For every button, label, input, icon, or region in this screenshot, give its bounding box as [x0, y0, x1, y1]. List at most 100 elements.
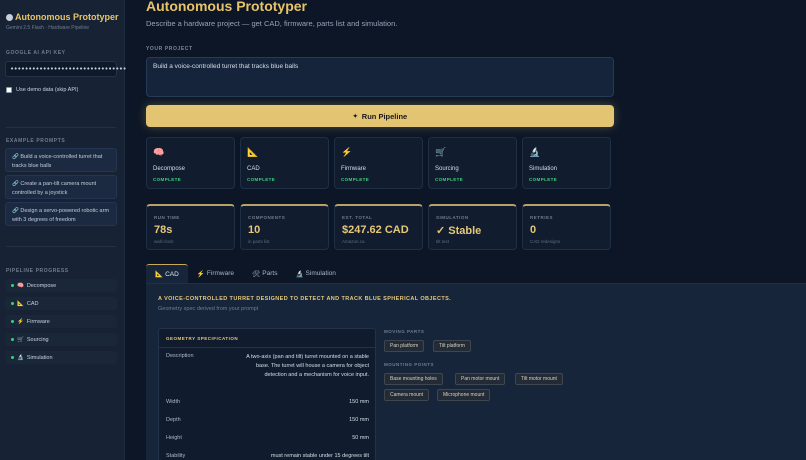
progress-item-cad: 📐 CAD	[5, 297, 117, 310]
ruler-icon: 📐	[247, 147, 259, 157]
tab-cad[interactable]: 📐 CAD	[146, 264, 188, 283]
stage-status: COMPLETE	[153, 177, 182, 182]
example-prompt-3[interactable]: 🔗 Design a servo-powered robotic arm wit…	[5, 202, 117, 226]
divider	[6, 127, 116, 128]
progress-label: PIPELINE PROGRESS	[6, 268, 69, 274]
chip-base-mounting-holes: Base mounting holes	[384, 373, 443, 385]
tab-simulation[interactable]: 🔬 Simulation	[286, 264, 344, 283]
spec-value-height: 50 mm	[352, 435, 369, 441]
metric-value: $247.62 CAD	[342, 224, 409, 236]
project-textarea[interactable]: Build a voice-controlled turret that tra…	[146, 57, 614, 97]
microscope-icon: 🔬	[529, 147, 541, 157]
api-key-input[interactable]: ••••••••••••••••••••••••••••••••	[5, 61, 127, 77]
chip-pan-motor-mount: Pan motor mount	[455, 373, 506, 385]
metric-value: ✓ Stable	[436, 225, 482, 237]
run-pipeline-button[interactable]: ✦ Run Pipeline	[146, 105, 614, 127]
project-label: YOUR PROJECT	[146, 46, 193, 52]
cad-subheading: Geometry spec derived from your prompt	[158, 306, 259, 312]
stage-card-sourcing: 🛒 Sourcing COMPLETE	[428, 137, 517, 189]
chip-pan-platform: Pan platform	[384, 340, 425, 352]
microscope-icon: 🔬	[17, 354, 24, 361]
stage-status: COMPLETE	[341, 177, 370, 182]
metric-caption: CAD redesigns	[530, 239, 561, 244]
spec-key-depth: Depth	[166, 417, 181, 423]
api-key-label: GOOGLE AI API KEY	[6, 50, 66, 56]
status-dot	[11, 356, 14, 359]
lightning-icon: ⚡	[17, 318, 24, 325]
stage-name: Firmware	[341, 166, 366, 172]
metric-components: COMPONENTS 10 in parts list	[240, 204, 329, 250]
progress-item-decompose: 🧠 Decompose	[5, 279, 117, 292]
page-title: Autonomous Prototyper	[146, 0, 307, 14]
example-prompt-1[interactable]: 🔗 Build a voice-controlled turret that t…	[5, 148, 117, 172]
brain-icon: 🧠	[153, 147, 165, 157]
metric-label: RETRIES	[530, 215, 554, 220]
sidebar: Autonomous Prototyper Gemini 2.5 Flash ·…	[0, 0, 127, 460]
main-content: Autonomous Prototyper Describe a hardwar…	[125, 0, 806, 460]
demo-label: Use demo data (skip API)	[16, 87, 79, 93]
spec-value-depth: 150 mm	[349, 417, 369, 423]
spec-key-height: Height	[166, 435, 182, 441]
stage-card-simulation: 🔬 Simulation COMPLETE	[522, 137, 611, 189]
lightning-icon: ⚡	[196, 270, 205, 278]
spec-key-width: Width	[166, 399, 181, 405]
metric-run-time: RUN TIME 78s wall-clock	[146, 204, 235, 250]
brain-icon: 🧠	[17, 282, 24, 289]
metric-label: COMPONENTS	[248, 215, 286, 220]
tools-icon: 🛠	[252, 270, 261, 278]
result-tabs: 📐 CAD ⚡ Firmware 🛠 Parts 🔬 Simulation	[146, 264, 345, 284]
sparkle-icon: ✦	[352, 113, 358, 120]
stage-card-firmware: ⚡ Firmware COMPLETE	[334, 137, 423, 189]
status-dot	[11, 284, 14, 287]
spec-key-description: Description	[166, 353, 194, 359]
moving-parts-label: MOVING PARTS	[384, 329, 425, 334]
spec-key-stability: Stability	[166, 453, 186, 459]
divider	[6, 246, 116, 247]
progress-item-firmware: ⚡ Firmware	[5, 315, 117, 328]
tab-firmware[interactable]: ⚡ Firmware	[188, 264, 243, 283]
divider	[159, 347, 375, 348]
status-dot	[11, 338, 14, 341]
status-dot	[11, 302, 14, 305]
stage-name: Decompose	[153, 166, 186, 172]
stage-name: Simulation	[529, 166, 558, 172]
example-prompt-2[interactable]: 🔗 Create a pan-tilt camera mount control…	[5, 175, 117, 199]
status-dot	[11, 320, 14, 323]
geometry-spec-card: GEOMETRY SPECIFICATION Description A two…	[158, 328, 376, 460]
lightning-icon: ⚡	[341, 147, 353, 157]
chip-camera-mount: Camera mount	[384, 389, 430, 401]
demo-data-toggle[interactable]: Use demo data (skip API)	[6, 87, 78, 93]
metric-label: RUN TIME	[154, 215, 180, 220]
metric-caption: Amazon.ca	[342, 239, 365, 244]
metric-est-total: EST. TOTAL $247.62 CAD Amazon.ca	[334, 204, 423, 250]
metric-value: 0	[530, 224, 537, 236]
chip-microphone-mount: Microphone mount	[437, 389, 491, 401]
cad-panel: A VOICE-CONTROLLED TURRET DESIGNED TO DE…	[146, 284, 806, 460]
stage-card-cad: 📐 CAD COMPLETE	[240, 137, 329, 189]
microscope-icon: 🔬	[295, 270, 304, 278]
spec-value-description: A two-axis (pan and tilt) turret mounted…	[246, 354, 369, 379]
mounting-points-label: MOUNTING POINTS	[384, 362, 434, 367]
gear-icon	[6, 14, 13, 21]
demo-checkbox[interactable]	[6, 87, 12, 93]
spec-value-width: 150 mm	[349, 399, 369, 405]
metric-value: 10	[248, 224, 261, 236]
ruler-icon: 📐	[17, 300, 24, 307]
examples-label: EXAMPLE PROMPTS	[6, 138, 66, 144]
metric-label: EST. TOTAL	[342, 215, 373, 220]
stage-status: COMPLETE	[247, 177, 276, 182]
chip-tilt-platform: Tilt platform	[433, 340, 471, 352]
cart-icon: 🛒	[435, 147, 447, 157]
stage-name: CAD	[247, 166, 260, 172]
metric-value: 78s	[154, 224, 173, 236]
progress-item-sourcing: 🛒 Sourcing	[5, 333, 117, 346]
brand-subtitle: Gemini 2.5 Flash · Hardware Pipeline	[6, 25, 90, 31]
metric-label: SIMULATION	[436, 215, 469, 220]
tab-parts[interactable]: 🛠 Parts	[243, 264, 286, 283]
stage-name: Sourcing	[435, 166, 459, 172]
stage-status: COMPLETE	[435, 177, 464, 182]
page-subtitle: Describe a hardware project — get CAD, f…	[146, 19, 398, 28]
metric-caption: wall-clock	[154, 239, 174, 244]
metric-caption: tilt test	[436, 239, 450, 244]
progress-item-simulation: 🔬 Simulation	[5, 351, 117, 364]
